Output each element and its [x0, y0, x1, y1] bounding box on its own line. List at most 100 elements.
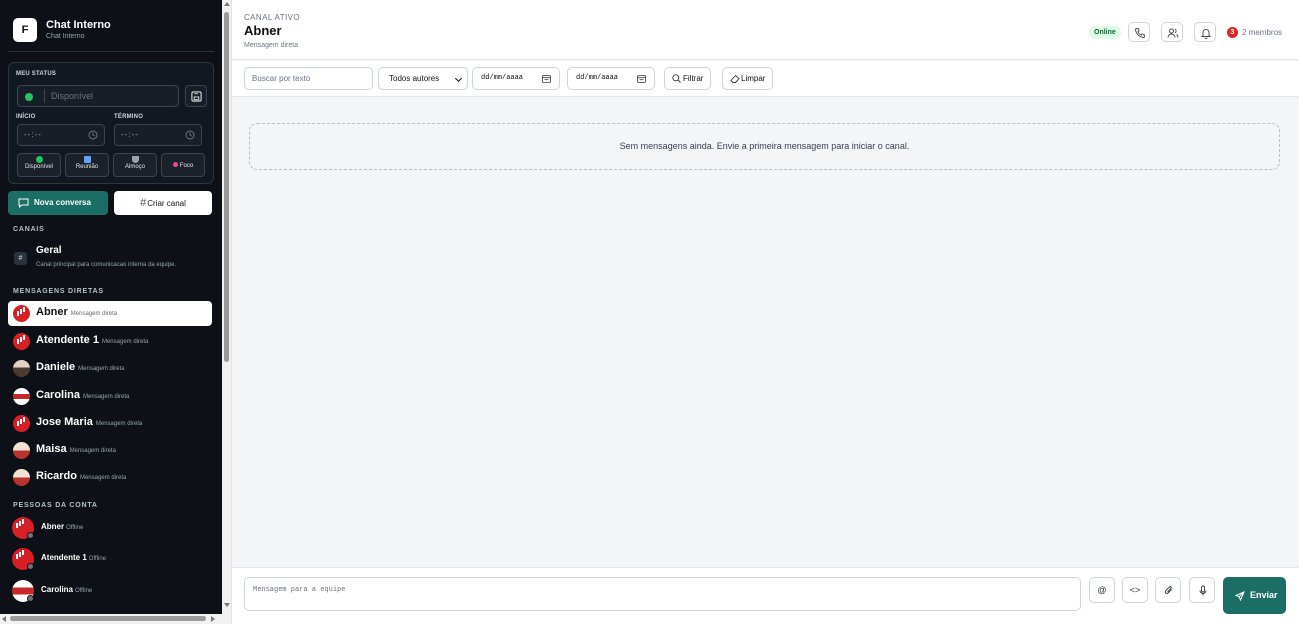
- dm-name: Abner: [36, 306, 68, 318]
- attach-button[interactable]: [1155, 577, 1181, 603]
- date-from-input[interactable]: dd/mm/aaaa: [472, 67, 560, 90]
- dm-item-ricardo[interactable]: Ricardo Mensagem direta: [8, 465, 212, 490]
- hash-icon: #: [140, 197, 147, 209]
- phone-icon: [1135, 28, 1145, 38]
- dm-name: Daniele: [36, 361, 76, 373]
- brand: F Chat Interno Chat Interno: [8, 12, 214, 52]
- brand-subtitle: Chat Interno: [46, 33, 85, 40]
- dm-subtitle: Mensagem direta: [79, 475, 127, 481]
- new-conversation-button[interactable]: Nova conversa: [8, 191, 108, 215]
- quick-status-lunch[interactable]: Almoço: [113, 153, 157, 177]
- create-channel-label: Criar canal: [147, 199, 186, 208]
- green-dot-icon: [35, 156, 43, 163]
- avatar: [13, 305, 30, 322]
- call-button[interactable]: [1128, 22, 1150, 42]
- offline-dot-icon: [27, 532, 34, 539]
- target-icon: [172, 162, 178, 167]
- scroll-up-arrow-icon[interactable]: [224, 2, 230, 6]
- status-dot-icon: [25, 93, 33, 101]
- person-name: Atendente 1: [41, 553, 87, 562]
- members-button[interactable]: [1161, 22, 1183, 42]
- notifications-button[interactable]: [1194, 22, 1216, 42]
- dm-subtitle: Mensagem direta: [83, 394, 130, 400]
- save-status-button[interactable]: [185, 85, 207, 107]
- avatar: [13, 469, 30, 486]
- quick-status-meeting[interactable]: Reunião: [65, 153, 109, 177]
- scrollbar-thumb[interactable]: [224, 12, 229, 362]
- channel-title: Abner: [244, 23, 282, 38]
- clear-filters-button[interactable]: Limpar: [722, 67, 774, 90]
- channels-section-title: CANAIS: [13, 226, 45, 233]
- end-time-value: --:--: [121, 130, 139, 139]
- notification-count-badge: 3: [1227, 27, 1238, 38]
- channel-name: Geral: [36, 245, 62, 256]
- date-to-input[interactable]: dd/mm/aaaa: [567, 67, 655, 90]
- scroll-left-arrow-icon[interactable]: [2, 616, 6, 622]
- dm-name: Maisa: [36, 443, 67, 455]
- end-label: TÉRMINO: [114, 114, 144, 120]
- end-time-input[interactable]: --:--: [114, 124, 202, 146]
- calendar-icon: [542, 75, 551, 83]
- person-item-atendente-1[interactable]: Atendente 1 Offline: [8, 547, 212, 573]
- start-label: INÍCIO: [16, 114, 36, 120]
- create-channel-button[interactable]: #Criar canal: [114, 191, 212, 215]
- quick-status-label: Almoço: [124, 164, 145, 170]
- person-status: Offline: [88, 556, 107, 562]
- author-select[interactable]: Todos autores: [378, 67, 468, 90]
- person-item-abner[interactable]: Abner Offline: [8, 516, 212, 542]
- scroll-right-arrow-icon[interactable]: [211, 616, 215, 622]
- code-icon: <>: [1129, 585, 1141, 595]
- send-label: Enviar: [1250, 590, 1278, 600]
- dm-item-abner[interactable]: Abner Mensagem direta: [8, 301, 212, 326]
- dm-item-maisa[interactable]: Maisa Mensagem direta: [8, 438, 212, 463]
- mention-button[interactable]: @: [1089, 577, 1115, 603]
- code-button[interactable]: <>: [1122, 577, 1148, 603]
- dm-name: Ricardo: [36, 470, 77, 482]
- person-item-carolina[interactable]: Carolina Offline: [8, 579, 212, 605]
- brand-logo: F: [13, 18, 37, 42]
- filter-label: Filtrar: [683, 74, 704, 83]
- voice-button[interactable]: [1189, 577, 1215, 603]
- channel-subtitle: Mensagem direta: [244, 42, 299, 49]
- dm-name: Carolina: [36, 389, 81, 401]
- online-status-badge: Online: [1089, 26, 1121, 39]
- send-button[interactable]: Enviar: [1223, 577, 1286, 614]
- dm-subtitle: Mensagem direta: [69, 448, 116, 454]
- people-section-title: PESSOAS DA CONTA: [13, 502, 98, 509]
- avatar: [13, 442, 30, 459]
- message-composer: Mensagem para a equipe @ <> Enviar: [232, 567, 1299, 624]
- eraser-icon: [730, 74, 740, 83]
- scrollbar-thumb[interactable]: [10, 616, 206, 621]
- avatar: [13, 360, 30, 377]
- filter-button[interactable]: Filtrar: [664, 67, 712, 90]
- quick-status-focus[interactable]: Foco: [161, 153, 205, 177]
- dm-item-atendente-1[interactable]: Atendente 1 Mensagem direta: [8, 329, 212, 354]
- person-status: Offline: [66, 525, 84, 531]
- message-input[interactable]: Mensagem para a equipe: [244, 577, 1081, 611]
- dm-name: Atendente 1: [36, 334, 99, 346]
- app-window: F Chat Interno Chat Interno MEU STATUS D…: [0, 0, 1299, 624]
- chat-main: CANAL ATIVO Abner Mensagem direta Online…: [231, 0, 1299, 624]
- quick-status-label: Foco: [179, 163, 194, 169]
- channel-item-geral[interactable]: # Geral Canal principal para comunicacao…: [8, 243, 214, 275]
- lunch-icon: [131, 156, 139, 163]
- sidebar-vertical-scrollbar[interactable]: [222, 0, 231, 614]
- avatar: [13, 333, 30, 350]
- dm-name: Jose Maria: [36, 416, 93, 428]
- search-text-input[interactable]: Buscar por texto: [244, 67, 373, 90]
- sidebar-horizontal-scrollbar[interactable]: [0, 614, 231, 624]
- empty-messages-notice: Sem mensagens ainda. Envie a primeira me…: [249, 123, 1280, 170]
- save-icon: [191, 91, 202, 102]
- dm-item-carolina[interactable]: Carolina Mensagem direta: [8, 384, 212, 409]
- avatar: [13, 415, 30, 432]
- my-status-label: MEU STATUS: [16, 71, 57, 77]
- start-time-input[interactable]: --:--: [17, 124, 105, 146]
- dm-item-daniele[interactable]: Daniele Mensagem direta: [8, 356, 212, 381]
- paperclip-icon: [1164, 586, 1172, 594]
- status-text-input[interactable]: Disponível: [17, 85, 179, 107]
- offline-dot-icon: [27, 563, 34, 570]
- person-status: Offline: [75, 588, 93, 594]
- quick-status-available[interactable]: Disponível: [17, 153, 61, 177]
- scroll-down-arrow-icon[interactable]: [224, 603, 230, 607]
- dm-item-jose-maria[interactable]: Jose Maria Mensagem direta: [8, 411, 212, 436]
